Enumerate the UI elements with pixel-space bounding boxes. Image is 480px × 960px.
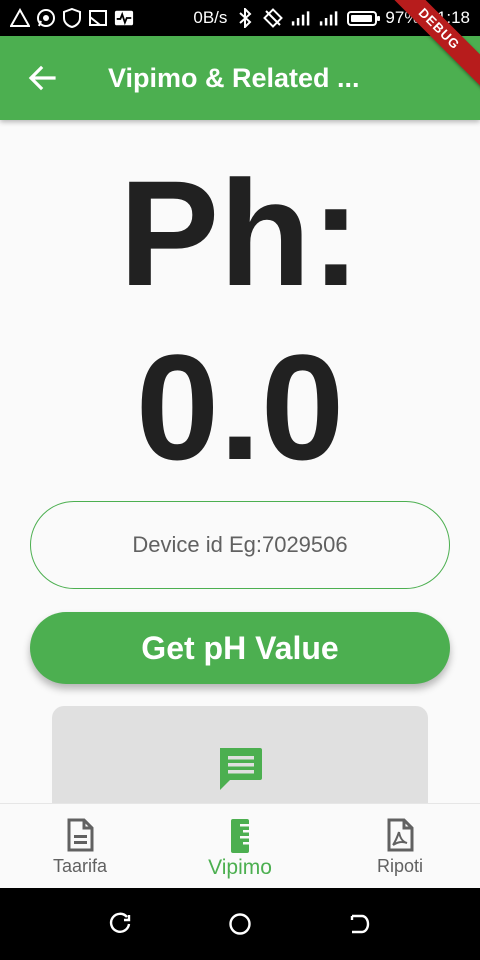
get-ph-value-button[interactable]: Get pH Value <box>30 612 450 684</box>
ph-label: Ph: <box>119 149 361 317</box>
device-id-input[interactable] <box>30 501 450 589</box>
nav-label: Vipimo <box>208 856 272 879</box>
activity-icon <box>114 8 134 28</box>
nav-item-ripoti[interactable]: Ripoti <box>320 804 480 888</box>
battery-icon <box>347 10 381 26</box>
bottom-navigation: Taarifa Vipimo Ripoti <box>0 803 480 888</box>
message-icon <box>220 748 262 790</box>
document-icon <box>67 818 94 852</box>
app-bar: Vipimo & Related ... <box>0 36 480 120</box>
home-icon <box>229 913 251 935</box>
page-title: Vipimo & Related ... <box>108 62 360 93</box>
system-navigation-bar <box>0 888 480 960</box>
ph-value: 0.0 <box>135 323 345 491</box>
main-content: Ph: 0.0 Get pH Value <box>0 120 480 803</box>
status-bar-notifications <box>10 8 134 28</box>
nav-label: Ripoti <box>376 856 424 876</box>
bluetooth-icon <box>235 8 255 28</box>
ruler-icon <box>231 819 249 853</box>
recents-button[interactable] <box>100 904 140 944</box>
recents-icon <box>109 912 131 933</box>
rotate-icon <box>263 8 284 28</box>
nav-item-taarifa[interactable]: Taarifa <box>0 804 160 888</box>
back-button[interactable] <box>0 36 84 120</box>
warning-icon <box>10 8 30 28</box>
nav-item-vipimo[interactable]: Vipimo <box>160 804 320 888</box>
network-speed: 0B/s <box>193 8 228 27</box>
back-nav-icon <box>350 914 370 934</box>
battery-fill <box>351 14 373 22</box>
nav-label: Taarifa <box>52 856 108 876</box>
cast-icon <box>88 8 108 28</box>
home-button[interactable] <box>220 904 260 944</box>
signal-icon <box>319 8 339 28</box>
arrow-back-icon <box>28 65 56 91</box>
back-nav-button[interactable] <box>340 904 380 944</box>
whatsapp-icon <box>36 8 56 28</box>
signal-icon <box>291 8 311 28</box>
info-card <box>52 706 428 803</box>
pdf-icon <box>387 818 414 852</box>
shield-icon <box>62 8 82 28</box>
